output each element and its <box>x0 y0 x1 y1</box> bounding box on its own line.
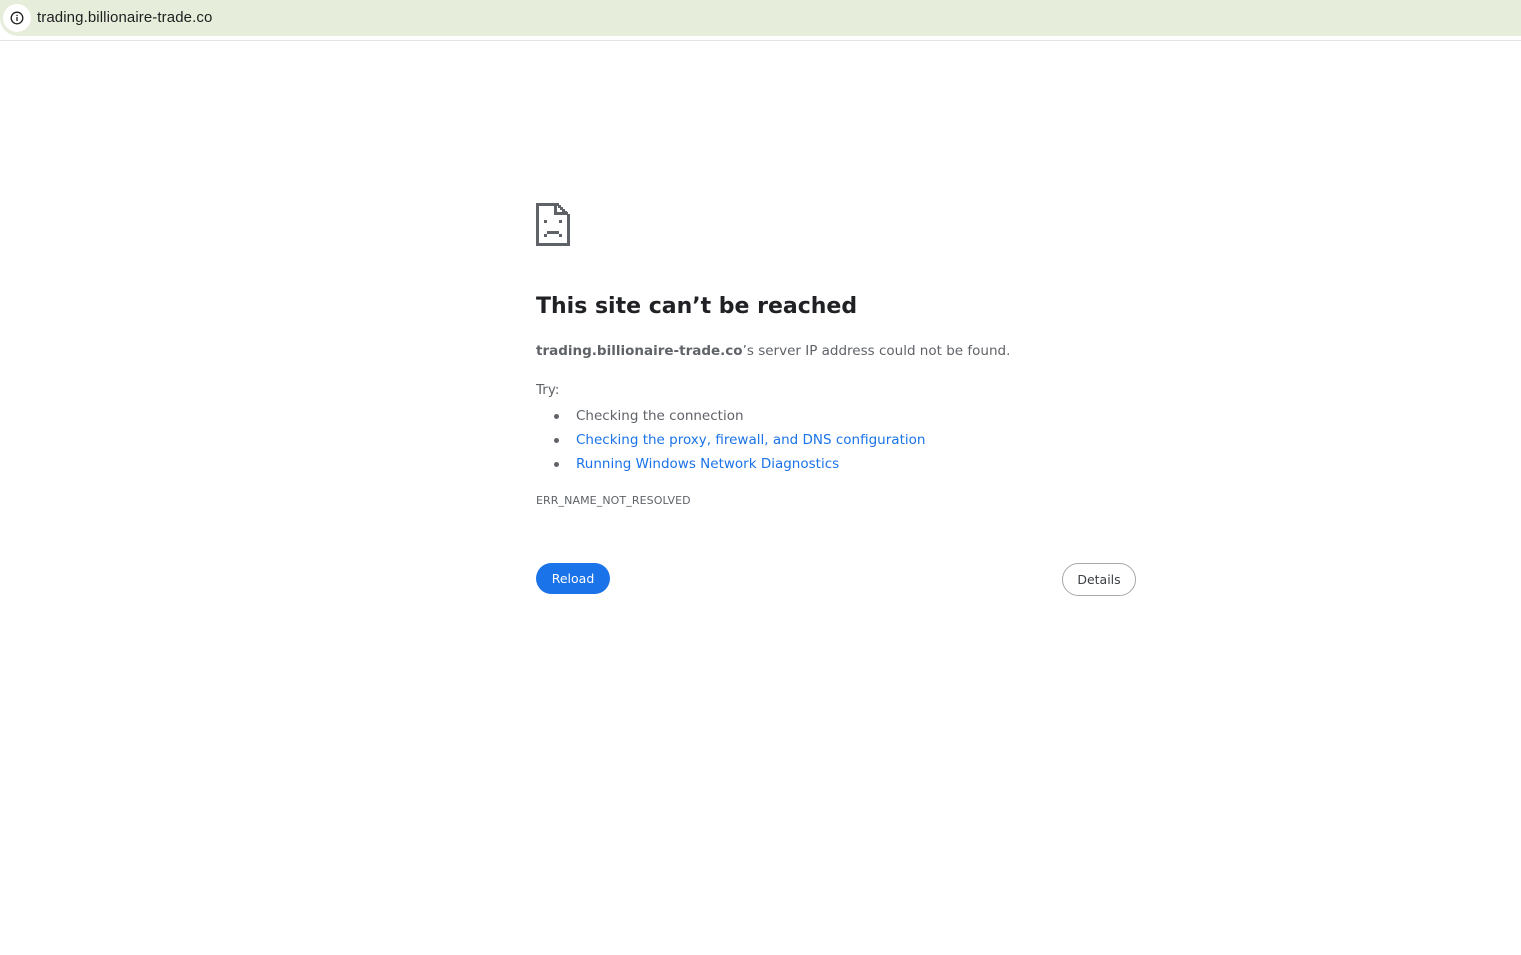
suggestion-check-connection: Checking the connection <box>553 404 925 428</box>
site-info-button[interactable] <box>3 4 31 32</box>
try-label: Try: <box>536 382 560 398</box>
details-button[interactable]: Details <box>1062 563 1136 596</box>
error-summary-text: ’s server IP address could not be found. <box>742 343 1011 359</box>
reload-button[interactable]: Reload <box>536 563 610 594</box>
address-bar[interactable]: trading.billionaire-trade.co <box>0 0 1521 41</box>
network-diagnostics-link[interactable]: Running Windows Network Diagnostics <box>576 456 839 472</box>
sad-page-icon <box>536 203 570 246</box>
check-proxy-link[interactable]: Checking the proxy, firewall, and DNS co… <box>576 432 925 448</box>
suggestions-list: Checking the connection Checking the pro… <box>536 404 925 476</box>
error-code: ERR_NAME_NOT_RESOLVED <box>536 494 691 507</box>
error-summary: trading.billionaire-trade.co’s server IP… <box>536 343 1010 359</box>
suggestion-check-proxy[interactable]: Checking the proxy, firewall, and DNS co… <box>553 428 925 452</box>
info-icon <box>10 11 24 25</box>
url-text[interactable]: trading.billionaire-trade.co <box>37 9 212 26</box>
error-host: trading.billionaire-trade.co <box>536 343 743 359</box>
page-title: This site can’t be reached <box>536 294 858 319</box>
suggestion-network-diagnostics[interactable]: Running Windows Network Diagnostics <box>553 452 925 476</box>
